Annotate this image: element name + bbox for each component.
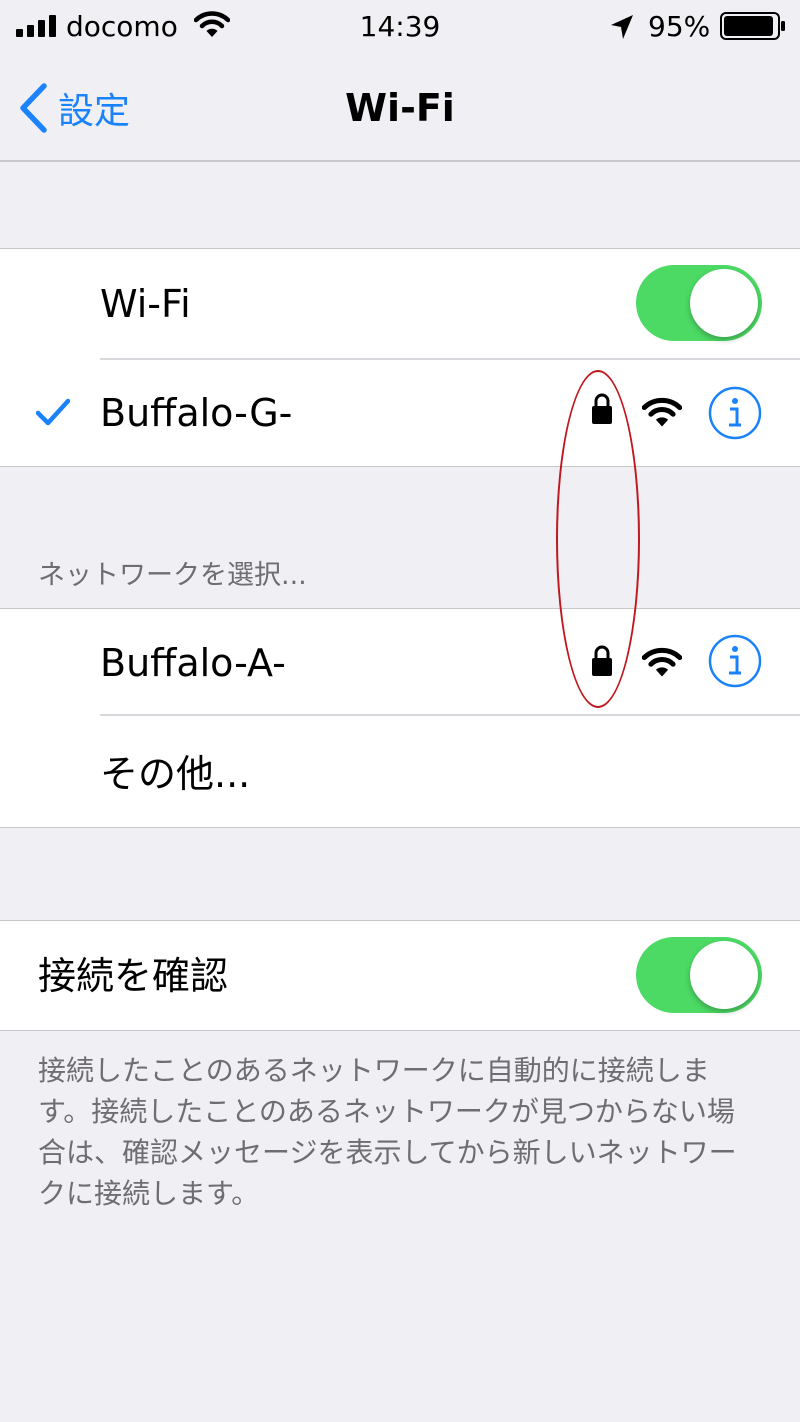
battery-icon	[720, 12, 785, 40]
ask-to-join-group: 接続を確認	[0, 920, 800, 1031]
page-title: Wi-Fi	[345, 86, 455, 130]
other-network-row[interactable]: その他...	[0, 716, 800, 827]
section-header: ネットワークを選択...	[38, 560, 307, 591]
network-name: Buffalo-A-	[100, 641, 286, 685]
ask-to-join-label: 接続を確認	[38, 954, 229, 998]
checkmark-icon	[36, 398, 70, 426]
wifi-group: Wi-Fi Buffalo-G-	[0, 248, 800, 467]
annotation-oval	[556, 370, 640, 708]
ask-to-join-toggle[interactable]	[636, 937, 762, 1013]
networks-group: Buffalo-A- その他...	[0, 608, 800, 828]
wifi-label: Wi-Fi	[100, 282, 191, 326]
network-row[interactable]: Buffalo-A-	[0, 608, 800, 715]
other-network-label: その他...	[100, 752, 251, 796]
location-icon	[611, 15, 633, 39]
connected-network-row[interactable]: Buffalo-G-	[0, 360, 800, 467]
divider	[0, 466, 800, 467]
wifi-icon	[642, 397, 682, 427]
wifi-toggle[interactable]	[636, 265, 762, 341]
divider	[0, 920, 800, 921]
wifi-toggle-row: Wi-Fi	[0, 248, 800, 359]
wifi-icon	[642, 647, 682, 677]
connected-network-name: Buffalo-G-	[100, 391, 293, 435]
nav-divider	[0, 160, 800, 162]
battery-percent: 95%	[648, 10, 711, 43]
status-bar: docomo 14:39 95%	[0, 0, 800, 54]
divider	[0, 1030, 800, 1031]
info-icon[interactable]	[708, 634, 762, 688]
divider	[0, 827, 800, 828]
info-icon[interactable]	[708, 386, 762, 440]
footer-description: 接続したことのあるネットワークに自動的に接続します。接続したことのあるネットワー…	[38, 1054, 737, 1210]
